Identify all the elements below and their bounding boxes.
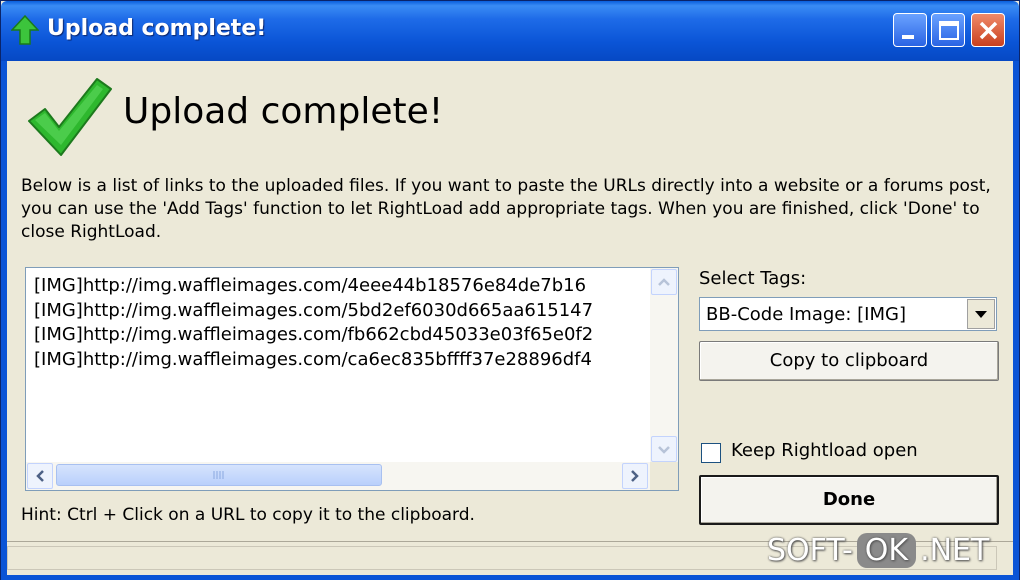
watermark-badge: OK	[856, 533, 917, 568]
watermark-text: .NET	[920, 533, 990, 568]
chevron-right-icon	[631, 470, 639, 482]
window-frame-right	[1013, 61, 1019, 580]
dialog-content: Upload complete! Below is a list of link…	[7, 61, 1013, 575]
tags-select-value: BB-Code Image: [IMG]	[706, 304, 906, 325]
links-list: [IMG]http://img.waffleimages.com/4eee44b…	[34, 274, 640, 372]
description-text: Below is a list of links to the uploaded…	[21, 176, 991, 242]
scrollbar-corner	[650, 462, 678, 490]
link-item[interactable]: [IMG]http://img.waffleimages.com/4eee44b…	[34, 274, 640, 299]
grip-icon	[213, 471, 224, 479]
select-tags-label: Select Tags:	[699, 268, 807, 289]
page-heading: Upload complete!	[123, 91, 444, 132]
up-arrow-icon	[11, 15, 39, 45]
keep-open-label[interactable]: Keep Rightload open	[731, 440, 918, 461]
window-frame-bottom	[1, 575, 1019, 580]
copy-to-clipboard-button[interactable]: Copy to clipboard	[699, 341, 999, 381]
scroll-up-button[interactable]	[651, 269, 677, 295]
checkmark-icon	[28, 78, 112, 156]
minimize-button[interactable]	[893, 13, 927, 47]
keep-open-checkbox[interactable]	[701, 443, 721, 463]
link-item[interactable]: [IMG]http://img.waffleimages.com/fb662cb…	[34, 323, 640, 348]
chevron-up-icon	[658, 278, 670, 286]
upload-complete-window: Upload complete! Upload complete! Below …	[0, 0, 1020, 580]
window-title: Upload complete!	[47, 16, 267, 41]
horizontal-scrollbar[interactable]	[26, 462, 650, 490]
maximize-button[interactable]	[931, 13, 965, 47]
link-item[interactable]: [IMG]http://img.waffleimages.com/ca6ec83…	[34, 348, 640, 373]
tags-dropdown-button[interactable]	[967, 299, 995, 329]
scroll-down-button[interactable]	[651, 436, 677, 462]
close-icon	[979, 21, 998, 40]
maximize-icon	[939, 21, 959, 40]
done-button[interactable]: Done	[699, 475, 999, 525]
dropdown-arrow-icon	[975, 311, 987, 318]
horizontal-scroll-thumb[interactable]	[56, 464, 382, 486]
scroll-right-button[interactable]	[622, 463, 648, 489]
vertical-scrollbar[interactable]	[650, 268, 678, 464]
tags-select[interactable]: BB-Code Image: [IMG]	[699, 297, 997, 331]
close-button[interactable]	[971, 13, 1005, 47]
links-listbox[interactable]: [IMG]http://img.waffleimages.com/4eee44b…	[25, 267, 679, 491]
watermark-logo: SOFT- OK .NET	[767, 533, 989, 568]
chevron-down-icon	[658, 446, 670, 454]
minimize-icon	[902, 35, 914, 39]
chevron-left-icon	[36, 470, 44, 482]
link-item[interactable]: [IMG]http://img.waffleimages.com/5bd2ef6…	[34, 299, 640, 324]
title-bar[interactable]: Upload complete!	[1, 1, 1019, 61]
scroll-left-button[interactable]	[27, 463, 53, 489]
hint-text: Hint: Ctrl + Click on a URL to copy it t…	[21, 505, 475, 525]
watermark-text: SOFT-	[767, 533, 853, 568]
